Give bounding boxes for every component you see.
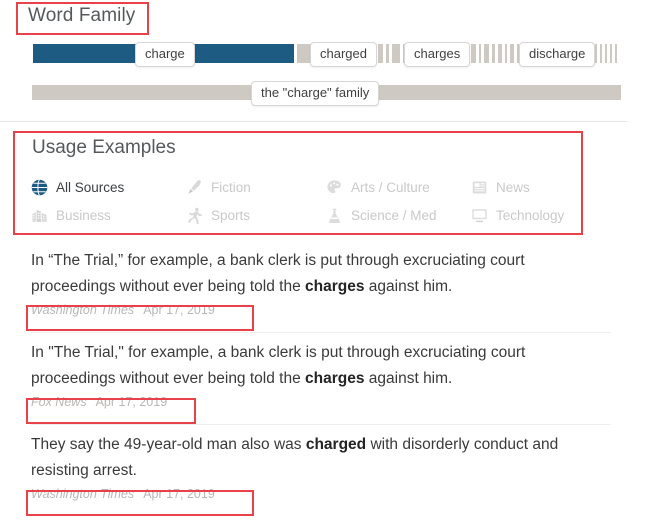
bar-segment[interactable] — [492, 44, 495, 63]
bar-segment[interactable] — [378, 44, 383, 63]
example-keyword: charges — [305, 278, 365, 295]
example-source[interactable]: Washington Times — [31, 487, 134, 501]
example-separator — [31, 332, 611, 333]
bar-segment[interactable] — [484, 44, 489, 63]
tab-label: All Sources — [56, 179, 125, 195]
bar-segment[interactable] — [498, 44, 502, 63]
word-family-pill[interactable]: charged — [310, 42, 377, 68]
example-source[interactable]: Washington Times — [31, 303, 134, 317]
globe-icon — [31, 178, 48, 196]
building-icon — [31, 207, 48, 224]
tab-label: Science / Med — [351, 207, 437, 223]
source-filter-tabs: All Sources Fiction Arts / Culture News Busi… — [31, 173, 576, 229]
usage-examples-list: In “The Trial,” for example, a bank cler… — [0, 248, 651, 524]
bar-segment[interactable] — [479, 44, 481, 63]
panel-divider — [0, 121, 627, 122]
tab-arts-culture[interactable]: Arts / Culture — [326, 173, 471, 201]
word-family-pill[interactable]: the "charge" family — [251, 81, 380, 107]
tab-technology[interactable]: Technology — [471, 201, 591, 229]
bar-segment[interactable] — [505, 44, 507, 63]
bar-segment[interactable] — [392, 44, 400, 63]
tab-label: Fiction — [211, 179, 251, 195]
word-family-title: Word Family — [28, 5, 136, 26]
bar-segment[interactable] — [297, 44, 311, 63]
bar-segment[interactable] — [471, 44, 476, 63]
example-text-post: against him. — [364, 278, 453, 295]
usage-examples-title: Usage Examples — [32, 137, 176, 158]
tab-label: Arts / Culture — [351, 179, 430, 195]
example-text-post: against him. — [364, 370, 453, 387]
tab-all-sources[interactable]: All Sources — [31, 173, 186, 201]
tab-fiction[interactable]: Fiction — [186, 173, 326, 201]
bar-segment[interactable] — [386, 44, 389, 63]
bar-segment[interactable] — [610, 44, 612, 63]
bar-segment[interactable] — [595, 44, 597, 63]
tab-label: Technology — [496, 207, 565, 223]
bar-segment[interactable] — [510, 44, 514, 63]
word-family-pill[interactable]: discharge — [519, 42, 596, 68]
example-text-pre: They say the 49-year-old man also was — [31, 436, 306, 453]
flask-icon — [326, 207, 343, 224]
tab-label: Sports — [211, 207, 251, 223]
tab-sports[interactable]: Sports — [186, 201, 326, 229]
example-date: Apr 17, 2019 — [143, 487, 215, 501]
tab-label: News — [496, 179, 530, 195]
usage-example: In "The Trial," for example, a bank cler… — [0, 340, 651, 432]
newspaper-icon — [471, 179, 488, 196]
runner-icon — [186, 207, 203, 224]
monitor-icon — [471, 207, 488, 224]
tab-science-med[interactable]: Science / Med — [326, 201, 471, 229]
example-separator — [31, 424, 611, 425]
example-source[interactable]: Fox News — [31, 395, 87, 409]
tab-label: Business — [56, 207, 111, 223]
example-attribution: Fox News Apr 17, 2019 — [31, 395, 651, 409]
tab-news[interactable]: News — [471, 173, 591, 201]
pen-icon — [186, 179, 203, 196]
example-date: Apr 17, 2019 — [95, 395, 168, 409]
example-keyword: charged — [305, 436, 367, 453]
word-family-panel: Word Family charge charged charges discharg… — [0, 0, 651, 122]
example-keyword: charges — [305, 370, 365, 387]
word-family-pill[interactable]: charge — [135, 42, 195, 68]
example-attribution: Washington Times Apr 17, 2019 — [31, 303, 651, 317]
tab-business[interactable]: Business — [31, 201, 186, 229]
word-family-pill[interactable]: charges — [404, 42, 471, 68]
example-sentence: They say the 49-year-old man also was ch… — [31, 432, 591, 484]
example-date: Apr 17, 2019 — [143, 303, 215, 317]
bar-segment[interactable] — [605, 44, 607, 63]
usage-examples-panel: Usage Examples All Sources Fiction Arts / … — [0, 128, 651, 238]
usage-example: They say the 49-year-old man also was ch… — [0, 432, 651, 524]
bar-segment[interactable] — [615, 44, 617, 63]
palette-icon — [326, 179, 343, 196]
usage-example: In “The Trial,” for example, a bank cler… — [0, 248, 651, 340]
example-sentence: In “The Trial,” for example, a bank cler… — [31, 248, 591, 300]
example-sentence: In "The Trial," for example, a bank cler… — [31, 340, 591, 392]
bar-segment[interactable] — [600, 44, 602, 63]
example-attribution: Washington Times Apr 17, 2019 — [31, 487, 651, 501]
